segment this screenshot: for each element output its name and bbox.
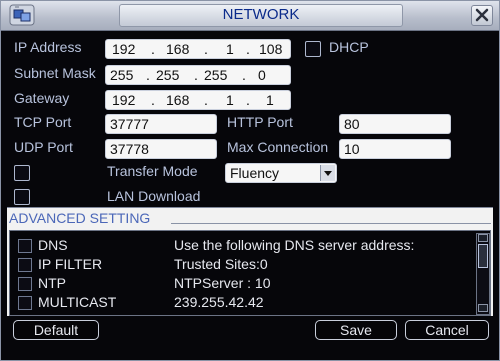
ip-dot: . xyxy=(246,41,250,57)
list-item-ip-filter[interactable]: IP FILTER Trusted Sites:0 xyxy=(10,255,470,274)
subnet-octet-1[interactable]: 255 xyxy=(110,67,133,83)
gateway-octet-3[interactable]: 1 xyxy=(226,92,234,108)
max-connection-field[interactable]: 10 xyxy=(339,139,451,159)
row-checkbox[interactable] xyxy=(18,258,32,272)
row-name: IP FILTER xyxy=(38,256,103,272)
network-settings-icon xyxy=(9,4,35,26)
page-title: NETWORK xyxy=(222,6,300,23)
lan-download-label: LAN Download xyxy=(107,188,201,204)
ip-dot: . xyxy=(151,92,155,108)
http-port-label: HTTP Port xyxy=(227,114,293,130)
row-checkbox[interactable] xyxy=(18,296,32,310)
network-dialog: NETWORK IP Address 192 . 168 . 1 . 108 D… xyxy=(0,0,500,361)
advanced-setting-title: ADVANCED SETTING xyxy=(9,210,151,226)
row-value: Trusted Sites:0 xyxy=(174,256,268,272)
lan-download-checkbox[interactable] xyxy=(14,189,30,205)
http-port-value: 80 xyxy=(344,116,360,132)
ip-octet-1[interactable]: 192 xyxy=(112,41,135,57)
row-value: 239.255.42.42 xyxy=(174,294,264,310)
udp-port-field[interactable]: 37778 xyxy=(105,139,217,159)
tcp-port-value: 37777 xyxy=(110,116,149,132)
ip-octet-4[interactable]: 108 xyxy=(259,41,282,57)
scrollbar-thumb[interactable] xyxy=(478,244,488,268)
ip-octet-3[interactable]: 1 xyxy=(226,41,234,57)
save-button[interactable]: Save xyxy=(315,320,397,340)
row-checkbox[interactable] xyxy=(18,239,32,253)
ip-octet-2[interactable]: 168 xyxy=(166,41,189,57)
close-icon xyxy=(475,8,489,22)
gateway-field[interactable]: 192 . 168 . 1 . 1 xyxy=(105,90,291,110)
subnet-octet-2[interactable]: 255 xyxy=(156,67,179,83)
row-name: NTP xyxy=(38,275,66,291)
tcp-port-label: TCP Port xyxy=(14,114,72,130)
dhcp-checkbox[interactable] xyxy=(305,41,321,57)
scroll-down-icon[interactable] xyxy=(478,304,488,312)
cancel-button[interactable]: Cancel xyxy=(405,320,489,340)
chevron-down-icon[interactable] xyxy=(320,165,335,181)
ip-dot: . xyxy=(151,41,155,57)
scroll-up-icon[interactable] xyxy=(478,234,488,242)
transfer-mode-checkbox[interactable] xyxy=(14,165,30,181)
subnet-octet-4[interactable]: 0 xyxy=(258,67,266,83)
max-connection-value: 10 xyxy=(344,141,360,157)
scrollbar[interactable] xyxy=(476,233,490,315)
ip-address-field[interactable]: 192 . 168 . 1 . 108 xyxy=(105,39,291,59)
gateway-octet-1[interactable]: 192 xyxy=(112,92,135,108)
row-checkbox[interactable] xyxy=(18,277,32,291)
row-value: NTPServer : 10 xyxy=(174,275,271,291)
advanced-setting-panel: ADVANCED SETTING DNS Use the following D… xyxy=(7,207,493,316)
default-button[interactable]: Default xyxy=(13,320,99,340)
ip-address-label: IP Address xyxy=(14,39,82,55)
transfer-mode-label: Transfer Mode xyxy=(107,163,198,179)
list-item-ntp[interactable]: NTP NTPServer : 10 xyxy=(10,274,470,293)
udp-port-label: UDP Port xyxy=(14,139,73,155)
subnet-mask-field[interactable]: 255 . 255 . 255 . 0 xyxy=(105,65,291,85)
row-name: DNS xyxy=(38,237,68,253)
gateway-label: Gateway xyxy=(14,90,70,106)
udp-port-value: 37778 xyxy=(110,141,149,157)
transfer-mode-select[interactable]: Fluency xyxy=(225,163,337,183)
advanced-setting-header: ADVANCED SETTING xyxy=(7,208,493,228)
ip-dot: . xyxy=(204,92,208,108)
title-bar: NETWORK xyxy=(1,1,499,31)
ip-dot: . xyxy=(146,67,150,83)
divider xyxy=(171,223,491,224)
subnet-mask-label: Subnet Mask xyxy=(14,65,96,81)
ip-dot: . xyxy=(242,67,246,83)
row-value: Use the following DNS server address: xyxy=(174,237,415,253)
transfer-mode-value: Fluency xyxy=(230,165,280,181)
advanced-setting-list: DNS Use the following DNS server address… xyxy=(9,230,491,316)
subnet-octet-3[interactable]: 255 xyxy=(204,67,227,83)
http-port-field[interactable]: 80 xyxy=(339,114,451,134)
row-name: MULTICAST xyxy=(38,294,117,310)
close-button[interactable] xyxy=(471,5,493,26)
list-item-dns[interactable]: DNS Use the following DNS server address… xyxy=(10,236,470,255)
max-connection-label: Max Connection xyxy=(227,139,329,155)
ip-dot: . xyxy=(204,41,208,57)
title-plate: NETWORK xyxy=(119,4,403,27)
gateway-octet-2[interactable]: 168 xyxy=(166,92,189,108)
list-item-multicast[interactable]: MULTICAST 239.255.42.42 xyxy=(10,293,470,312)
gateway-octet-4[interactable]: 1 xyxy=(266,92,274,108)
ip-dot: . xyxy=(194,67,198,83)
tcp-port-field[interactable]: 37777 xyxy=(105,114,217,134)
dhcp-label: DHCP xyxy=(329,39,369,55)
ip-dot: . xyxy=(246,92,250,108)
